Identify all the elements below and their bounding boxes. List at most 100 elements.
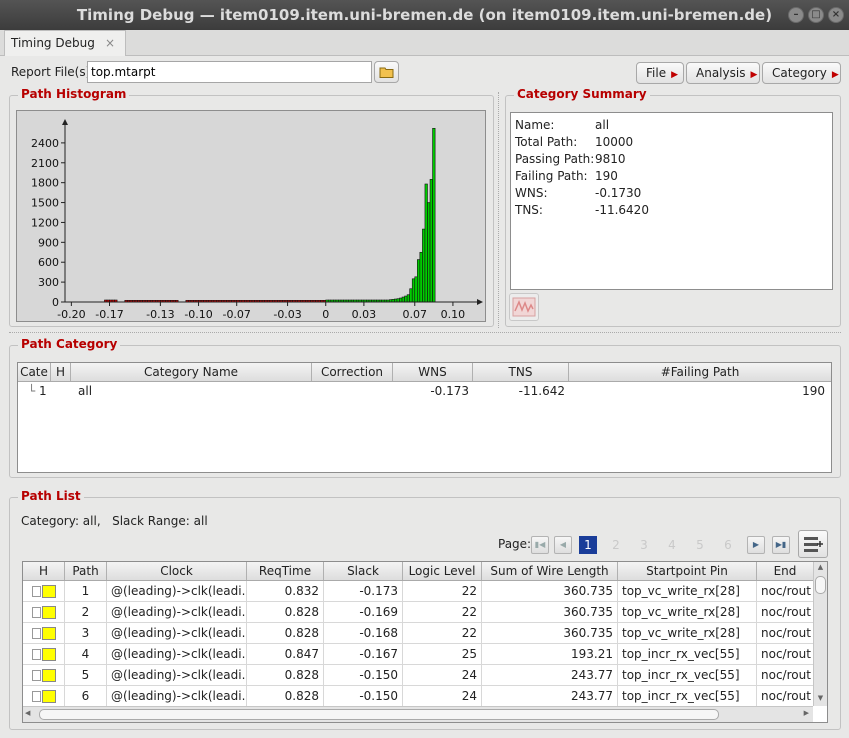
next-page-icon[interactable]: ▶ xyxy=(747,536,765,554)
file-menu-label: File xyxy=(646,66,667,80)
horizontal-scrollbar[interactable]: ◀ ▶ xyxy=(23,706,813,722)
histogram-bar xyxy=(414,276,418,303)
page-4[interactable]: 4 xyxy=(663,536,681,554)
page-5[interactable]: 5 xyxy=(691,536,709,554)
col-h[interactable]: H xyxy=(51,363,71,381)
highlight-color-swatch[interactable] xyxy=(42,690,56,703)
table-row[interactable]: 3 @(leading)->clk(leadi... 0.828 -0.168 22 36… xyxy=(23,623,813,644)
startpoint-cell: top_vc_write_rx[28] xyxy=(618,602,757,622)
summary-key: Passing Path: xyxy=(515,152,595,166)
col-failing-path[interactable]: #Failing Path xyxy=(569,363,831,381)
table-row[interactable]: 5 @(leading)->clk(leadi... 0.828 -0.150 24 24… xyxy=(23,665,813,686)
tab-label: Timing Debug xyxy=(11,36,95,50)
open-folder-button[interactable] xyxy=(374,61,399,83)
histogram-bar xyxy=(401,296,405,303)
clock-cell: @(leading)->clk(leadi... xyxy=(107,581,247,601)
col-path[interactable]: Path xyxy=(65,562,107,580)
last-page-icon[interactable]: ▶▮ xyxy=(772,536,790,554)
page-1[interactable]: 1 xyxy=(579,536,597,554)
highlight-color-swatch[interactable] xyxy=(42,585,56,598)
file-menu-button[interactable]: File ▶ xyxy=(636,62,684,84)
y-tick-label: 1200 xyxy=(31,216,59,229)
folder-icon xyxy=(379,67,393,78)
col-wire-length[interactable]: Sum of Wire Length xyxy=(482,562,618,580)
startpoint-cell: top_vc_write_rx[28] xyxy=(618,581,757,601)
prev-page-icon[interactable]: ◀ xyxy=(554,536,572,554)
clock-cell: @(leading)->clk(leadi... xyxy=(107,644,247,664)
vertical-scroll-thumb[interactable] xyxy=(815,576,826,594)
table-row[interactable]: 4 @(leading)->clk(leadi... 0.847 -0.167 25 19… xyxy=(23,644,813,665)
tab-close-icon[interactable]: × xyxy=(105,31,115,55)
y-tick-label: 2100 xyxy=(31,157,59,170)
column-settings-icon xyxy=(804,537,823,552)
col-reqtime[interactable]: ReqTime xyxy=(247,562,324,580)
vertical-scrollbar[interactable]: ▲ ▼ xyxy=(813,562,827,706)
minimize-icon[interactable]: – xyxy=(788,7,804,23)
col-slack[interactable]: Slack xyxy=(324,562,403,580)
col-h[interactable]: H xyxy=(23,562,65,580)
col-startpoint[interactable]: Startpoint Pin xyxy=(618,562,757,580)
path-cell: 2 xyxy=(65,602,107,622)
endpoint-cell: noc/rout xyxy=(761,584,811,598)
page-2[interactable]: 2 xyxy=(607,536,625,554)
summary-value: 10000 xyxy=(595,135,634,149)
endpoint-cell: noc/rout xyxy=(761,626,811,640)
category-row[interactable]: └ 1 all -0.173 -11.642 190 xyxy=(18,382,831,401)
path-rows: 1 @(leading)->clk(leadi... 0.832 -0.173 22 36… xyxy=(23,581,813,707)
page-3[interactable]: 3 xyxy=(635,536,653,554)
col-clock[interactable]: Clock xyxy=(107,562,247,580)
highlight-cell xyxy=(23,581,65,601)
tab-timing-debug[interactable]: Timing Debug × xyxy=(4,30,126,56)
histogram-bar xyxy=(409,288,413,303)
highlight-color-swatch[interactable] xyxy=(42,669,56,682)
row-checkbox[interactable] xyxy=(32,628,41,639)
row-checkbox[interactable] xyxy=(32,670,41,681)
scroll-left-icon[interactable]: ◀ xyxy=(25,709,30,717)
highlight-color-swatch[interactable] xyxy=(42,627,56,640)
summary-value: all xyxy=(595,118,610,132)
col-logic-level[interactable]: Logic Level xyxy=(403,562,482,580)
row-checkbox[interactable] xyxy=(32,649,41,660)
histogram-bar xyxy=(432,127,436,303)
first-page-icon[interactable]: ▮◀ xyxy=(531,536,549,554)
horizontal-scroll-thumb[interactable] xyxy=(39,709,719,720)
highlight-color-swatch[interactable] xyxy=(42,606,56,619)
vertical-splitter[interactable] xyxy=(498,92,501,328)
col-cate[interactable]: Cate xyxy=(18,363,51,381)
x-tick-label: 0.07 xyxy=(403,308,428,321)
category-title: Path Category xyxy=(18,337,121,351)
row-checkbox[interactable] xyxy=(32,607,41,618)
reqtime-cell: 0.832 xyxy=(247,581,324,601)
x-tick-label: -0.13 xyxy=(146,308,174,321)
analysis-menu-label: Analysis xyxy=(696,66,746,80)
analysis-menu-button[interactable]: Analysis ▶ xyxy=(686,62,760,84)
table-row[interactable]: 1 @(leading)->clk(leadi... 0.832 -0.173 22 36… xyxy=(23,581,813,602)
col-wns[interactable]: WNS xyxy=(393,363,473,381)
highlight-color-swatch[interactable] xyxy=(42,648,56,661)
pathlist-title: Path List xyxy=(18,489,84,503)
category-menu-button[interactable]: Category ▶ xyxy=(762,62,841,84)
table-row[interactable]: 2 @(leading)->clk(leadi... 0.828 -0.169 22 36… xyxy=(23,602,813,623)
triangle-right-icon: ▶ xyxy=(750,70,758,80)
waveform-button[interactable] xyxy=(509,293,539,321)
reqtime-cell: 0.828 xyxy=(247,602,324,622)
row-checkbox[interactable] xyxy=(32,586,41,597)
col-end[interactable]: End xyxy=(757,562,813,580)
row-checkbox[interactable] xyxy=(32,691,41,702)
horizontal-splitter[interactable] xyxy=(9,332,841,335)
scroll-up-icon[interactable]: ▲ xyxy=(815,563,826,574)
report-file-input[interactable] xyxy=(87,61,372,83)
col-tns[interactable]: TNS xyxy=(473,363,569,381)
maximize-icon[interactable]: □ xyxy=(808,7,824,23)
close-icon[interactable]: × xyxy=(828,7,844,23)
page-6[interactable]: 6 xyxy=(719,536,737,554)
scroll-down-icon[interactable]: ▼ xyxy=(815,694,826,705)
table-row[interactable]: 6 @(leading)->clk(leadi... 0.828 -0.150 24 24… xyxy=(23,686,813,707)
summary-value: -11.6420 xyxy=(595,203,649,217)
scroll-right-icon[interactable]: ▶ xyxy=(804,709,809,717)
col-correction[interactable]: Correction xyxy=(312,363,393,381)
category-wns-cell: -0.173 xyxy=(430,384,469,398)
col-category-name[interactable]: Category Name xyxy=(71,363,312,381)
columns-config-button[interactable] xyxy=(798,530,828,558)
summary-key: WNS: xyxy=(515,186,548,200)
